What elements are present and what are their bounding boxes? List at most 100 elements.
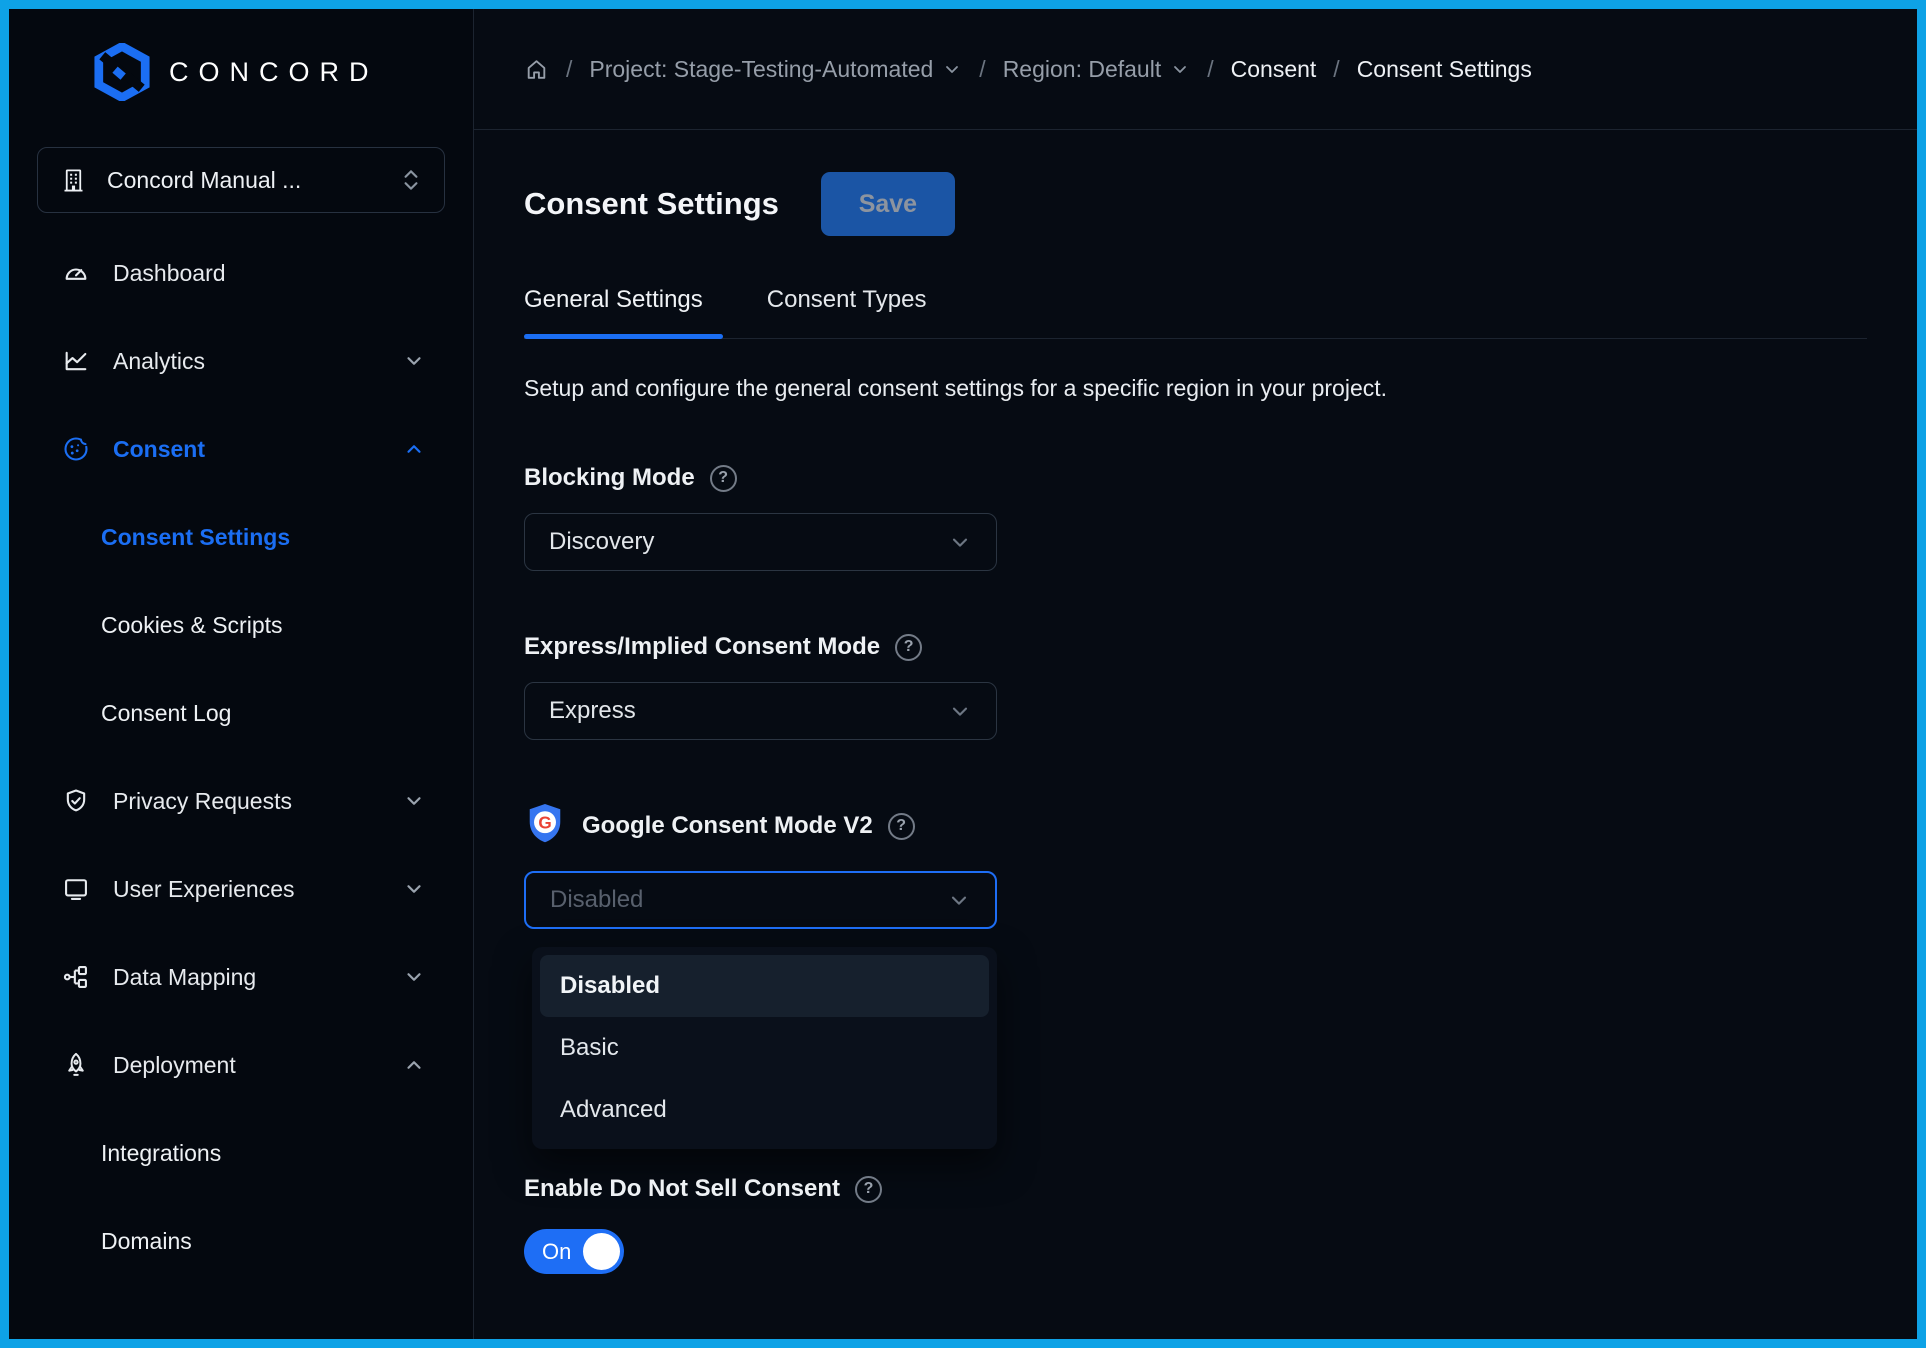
chevron-down-icon	[403, 966, 425, 988]
do-not-sell-label: Enable Do Not Sell Consent	[524, 1175, 840, 1203]
sidebar-item-analytics[interactable]: Analytics	[9, 317, 473, 405]
dropdown-option-advanced[interactable]: Advanced	[540, 1079, 989, 1141]
tab-bar: General Settings Consent Types	[524, 286, 1867, 339]
help-icon[interactable]: ?	[710, 465, 737, 492]
dropdown-option-disabled[interactable]: Disabled	[540, 955, 989, 1017]
shield-check-icon	[62, 787, 90, 815]
sidebar-item-label: Analytics	[113, 348, 205, 375]
sidebar-item-privacy-requests[interactable]: Privacy Requests	[9, 757, 473, 845]
sidebar-item-label: Consent Settings	[101, 524, 290, 551]
tab-general-settings[interactable]: General Settings	[524, 286, 703, 338]
do-not-sell-toggle[interactable]: On	[524, 1229, 624, 1274]
sidebar-item-user-experiences[interactable]: User Experiences	[9, 845, 473, 933]
page-title: Consent Settings	[524, 186, 779, 222]
sidebar-item-dashboard[interactable]: Dashboard	[9, 229, 473, 317]
sidebar-item-deployment[interactable]: Deployment	[9, 1021, 473, 1109]
chevron-down-icon	[403, 350, 425, 372]
sidebar-item-label: Deployment	[113, 1052, 236, 1079]
sidebar-item-label: Consent	[113, 436, 205, 463]
sidebar-item-consent-settings[interactable]: Consent Settings	[9, 493, 473, 581]
rocket-icon	[62, 1051, 90, 1079]
sidebar-item-label: Dashboard	[113, 260, 226, 287]
sidebar-item-domains[interactable]: Domains	[9, 1197, 473, 1285]
chevron-up-icon	[403, 1054, 425, 1076]
breadcrumb-separator: /	[566, 56, 572, 83]
concord-logo: CONCORD	[9, 9, 473, 101]
google-consent-select[interactable]: Disabled	[524, 871, 997, 929]
chevron-up-icon	[403, 438, 425, 460]
dropdown-option-basic[interactable]: Basic	[540, 1017, 989, 1079]
chevron-down-icon	[403, 878, 425, 900]
sidebar-item-consent[interactable]: Consent	[9, 405, 473, 493]
google-consent-label-row: G Google Consent Mode V2 ?	[524, 802, 1867, 850]
sidebar-item-label: Consent Log	[101, 700, 231, 727]
workspace-selector[interactable]: Concord Manual ...	[37, 147, 445, 213]
save-button[interactable]: Save	[821, 172, 955, 236]
blocking-mode-select[interactable]: Discovery	[524, 513, 997, 571]
concord-logo-icon	[93, 43, 151, 101]
sidebar-item-label: Integrations	[101, 1140, 221, 1167]
dashboard-gauge-icon	[62, 259, 90, 287]
express-implied-label-row: Express/Implied Consent Mode ?	[524, 633, 1867, 661]
sidebar-item-label: User Experiences	[113, 876, 295, 903]
breadcrumb-region-label: Region: Default	[1003, 56, 1162, 83]
sitemap-flow-icon	[62, 963, 90, 991]
breadcrumb-separator: /	[979, 56, 985, 83]
chevron-down-icon	[948, 699, 972, 723]
breadcrumb-current-page: Consent Settings	[1357, 56, 1532, 83]
chevron-down-icon	[948, 530, 972, 554]
tab-consent-types[interactable]: Consent Types	[767, 286, 927, 338]
breadcrumb: / Project: Stage-Testing-Automated / Reg…	[474, 9, 1917, 130]
google-shield-icon: G	[524, 802, 566, 850]
breadcrumb-project-dropdown[interactable]: Project: Stage-Testing-Automated	[589, 56, 962, 83]
sidebar-item-label: Data Mapping	[113, 964, 256, 991]
google-consent-dropdown-menu: Disabled Basic Advanced	[532, 947, 997, 1149]
do-not-sell-label-row: Enable Do Not Sell Consent ?	[524, 1175, 1867, 1203]
google-consent-value: Disabled	[550, 886, 643, 914]
chevron-down-icon	[1170, 59, 1190, 79]
breadcrumb-project-label: Project: Stage-Testing-Automated	[589, 56, 933, 83]
sidebar-item-integrations[interactable]: Integrations	[9, 1109, 473, 1197]
sidebar-item-data-mapping[interactable]: Data Mapping	[9, 933, 473, 1021]
breadcrumb-consent-link[interactable]: Consent	[1231, 56, 1317, 83]
app-window: CONCORD Concord Manual ...	[0, 0, 1926, 1348]
express-implied-value: Express	[549, 697, 636, 725]
workspace-selector-label: Concord Manual ...	[107, 167, 301, 194]
chevron-down-icon	[942, 59, 962, 79]
cookie-icon	[62, 435, 90, 463]
sidebar: CONCORD Concord Manual ...	[9, 9, 474, 1339]
breadcrumb-separator: /	[1333, 56, 1339, 83]
blocking-mode-label: Blocking Mode	[524, 464, 695, 492]
toggle-on-label: On	[542, 1239, 571, 1265]
sidebar-item-label: Cookies & Scripts	[101, 612, 283, 639]
blocking-mode-value: Discovery	[549, 528, 654, 556]
section-description: Setup and configure the general consent …	[524, 375, 1867, 402]
express-implied-label: Express/Implied Consent Mode	[524, 633, 880, 661]
express-implied-select[interactable]: Express	[524, 682, 997, 740]
brand-name: CONCORD	[169, 57, 379, 88]
svg-text:G: G	[538, 812, 551, 832]
page-content: Consent Settings Save General Settings C…	[474, 130, 1917, 1274]
sidebar-item-cookies-scripts[interactable]: Cookies & Scripts	[9, 581, 473, 669]
google-consent-label: Google Consent Mode V2	[582, 812, 873, 840]
main-area: / Project: Stage-Testing-Automated / Reg…	[474, 9, 1917, 1339]
breadcrumb-separator: /	[1207, 56, 1213, 83]
monitor-icon	[62, 875, 90, 903]
help-icon[interactable]: ?	[855, 1176, 882, 1203]
sidebar-item-label: Privacy Requests	[113, 788, 292, 815]
google-consent-label-wrap: Google Consent Mode V2 ?	[582, 812, 915, 840]
blocking-mode-label-row: Blocking Mode ?	[524, 464, 1867, 492]
analytics-chart-icon	[62, 347, 90, 375]
building-icon	[60, 167, 87, 194]
breadcrumb-region-dropdown[interactable]: Region: Default	[1003, 56, 1191, 83]
sidebar-nav: Dashboard Analytics	[9, 229, 473, 1285]
help-icon[interactable]: ?	[888, 813, 915, 840]
sidebar-item-consent-log[interactable]: Consent Log	[9, 669, 473, 757]
selector-updown-icon	[400, 167, 422, 193]
toggle-knob	[583, 1233, 620, 1270]
sidebar-item-label: Domains	[101, 1228, 192, 1255]
chevron-down-icon	[947, 888, 971, 912]
home-icon[interactable]	[524, 57, 549, 82]
chevron-down-icon	[403, 790, 425, 812]
help-icon[interactable]: ?	[895, 634, 922, 661]
